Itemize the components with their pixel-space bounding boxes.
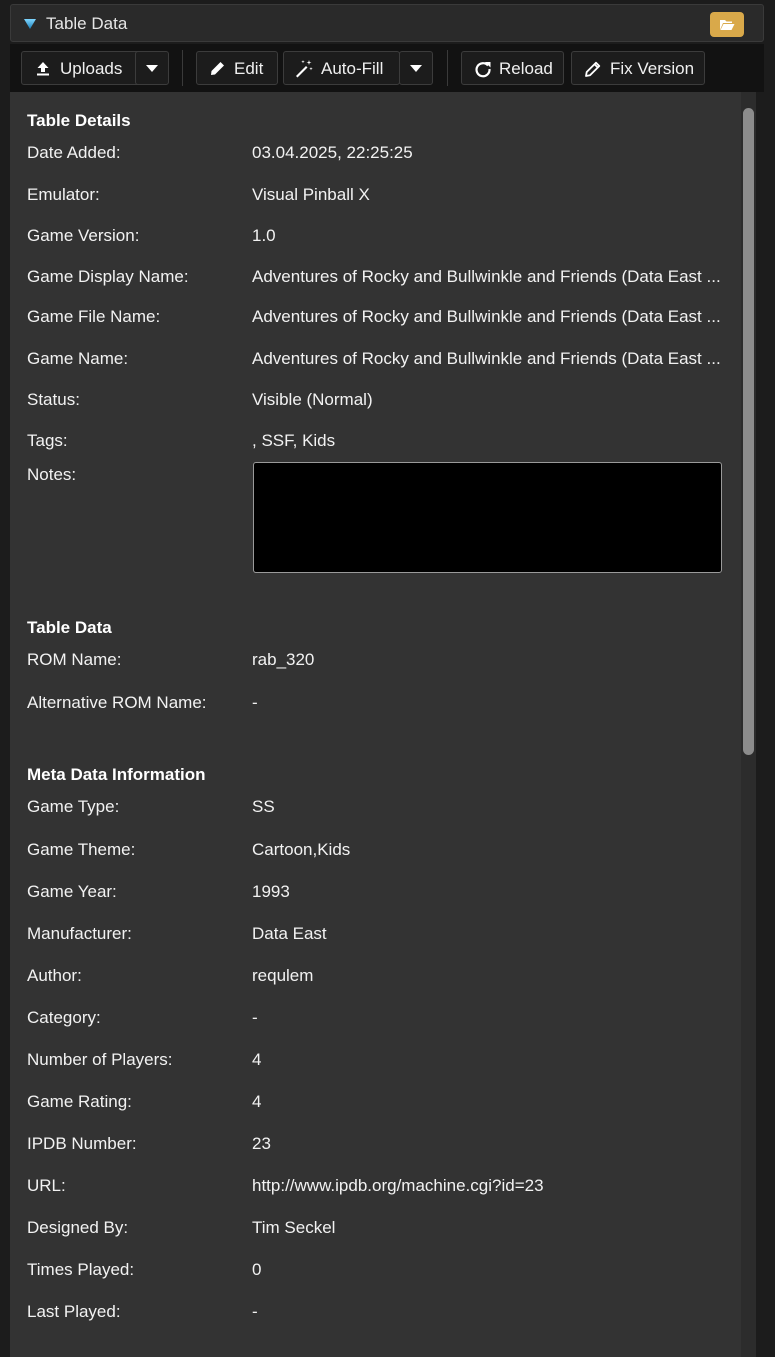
field-label-game-year: Game Year: (27, 882, 117, 901)
field-label-notes: Notes: (27, 465, 77, 484)
fix-version-button[interactable]: Fix Version (571, 51, 705, 85)
notes-textarea[interactable] (253, 462, 722, 573)
field-label-number-of-players: Number of Players: (27, 1050, 173, 1069)
field-value-tags: , SSF, Kids (252, 431, 336, 450)
field-value-manufacturer: Data East (252, 924, 327, 943)
pencil-outline-icon (585, 61, 601, 77)
reload-label: Reload (499, 59, 553, 78)
field-value-number-of-players: 4 (252, 1050, 262, 1069)
collapse-triangle-icon[interactable] (23, 17, 37, 31)
field-value-game-theme: Cartoon,Kids (252, 840, 351, 859)
field-value-rom-name: rab_320 (252, 650, 315, 669)
scrollbar-thumb[interactable] (743, 108, 754, 755)
toolbar: Uploads Edit Auto-Fill Reload Fix Versio… (10, 44, 764, 92)
section-heading-table-data: Table Data (27, 618, 112, 637)
field-value-status: Visible (Normal) (252, 390, 373, 409)
toolbar-separator (447, 50, 448, 86)
field-label-last-played: Last Played: (27, 1302, 121, 1321)
field-label-game-rating: Game Rating: (27, 1092, 132, 1111)
field-value-last-played: - (252, 1302, 258, 1321)
field-label-status: Status: (27, 390, 80, 409)
field-value-date-added: 03.04.2025, 22:25:25 (252, 143, 413, 162)
field-value-game-year: 1993 (252, 882, 290, 901)
pencil-icon (211, 62, 224, 75)
autofill-label: Auto-Fill (321, 59, 384, 78)
field-value-game-type: SS (252, 797, 275, 816)
field-value-url: http://www.ipdb.org/machine.cgi?id=23 (252, 1176, 544, 1195)
field-label-designed-by: Designed By: (27, 1218, 129, 1237)
field-label-game-theme: Game Theme: (27, 840, 136, 859)
section-heading-meta-data: Meta Data Information (27, 765, 206, 784)
field-label-category: Category: (27, 1008, 101, 1027)
panel-title: Table Data (46, 14, 128, 33)
field-value-times-played: 0 (252, 1260, 262, 1279)
autofill-dropdown-button[interactable] (399, 51, 433, 85)
field-value-ipdb-number: 23 (252, 1134, 271, 1153)
fix-version-label: Fix Version (610, 59, 695, 78)
field-label-game-name: Game Name: (27, 349, 129, 368)
field-value-category: - (252, 1008, 258, 1027)
panel-header[interactable]: Table Data (10, 4, 764, 42)
field-label-alternative-rom-name: Alternative ROM Name: (27, 693, 207, 712)
field-label-emulator: Emulator: (27, 185, 100, 204)
field-label-ipdb-number: IPDB Number: (27, 1134, 137, 1153)
field-label-game-file-name: Game File Name: (27, 307, 161, 326)
field-label-game-type: Game Type: (27, 797, 120, 816)
chevron-down-icon (410, 65, 422, 72)
section-heading-table-details: Table Details (27, 111, 131, 130)
field-value-game-name: Adventures of Rocky and Bullwinkle and F… (252, 349, 721, 368)
field-value-emulator: Visual Pinball X (252, 185, 370, 204)
autofill-button[interactable]: Auto-Fill (283, 51, 400, 85)
folder-open-icon (720, 20, 735, 30)
open-folder-button[interactable] (710, 12, 744, 37)
field-value-alternative-rom-name: - (252, 693, 258, 712)
magic-wand-icon (296, 60, 313, 78)
field-value-author: requlem (252, 966, 314, 985)
reload-icon (475, 62, 491, 78)
field-value-game-rating: 4 (252, 1092, 262, 1111)
field-label-game-version: Game Version: (27, 226, 140, 245)
uploads-label: Uploads (60, 59, 123, 78)
upload-icon (37, 62, 49, 76)
edit-button[interactable]: Edit (196, 51, 278, 85)
field-value-game-display-name: Adventures of Rocky and Bullwinkle and F… (252, 267, 721, 286)
chevron-down-icon (146, 65, 158, 72)
field-label-url: URL: (27, 1176, 66, 1195)
field-label-game-display-name: Game Display Name: (27, 267, 189, 286)
field-label-times-played: Times Played: (27, 1260, 135, 1279)
field-label-manufacturer: Manufacturer: (27, 924, 132, 943)
uploads-button[interactable]: Uploads (21, 51, 144, 85)
field-label-author: Author: (27, 966, 82, 985)
uploads-dropdown-button[interactable] (135, 51, 169, 85)
field-value-game-version: 1.0 (252, 226, 276, 245)
field-value-designed-by: Tim Seckel (252, 1218, 336, 1237)
field-label-date-added: Date Added: (27, 143, 121, 162)
field-value-game-file-name: Adventures of Rocky and Bullwinkle and F… (252, 307, 721, 326)
toolbar-separator (182, 50, 183, 86)
field-label-rom-name: ROM Name: (27, 650, 122, 669)
reload-button[interactable]: Reload (461, 51, 564, 85)
field-label-tags: Tags: (27, 431, 68, 450)
edit-label: Edit (234, 59, 264, 78)
